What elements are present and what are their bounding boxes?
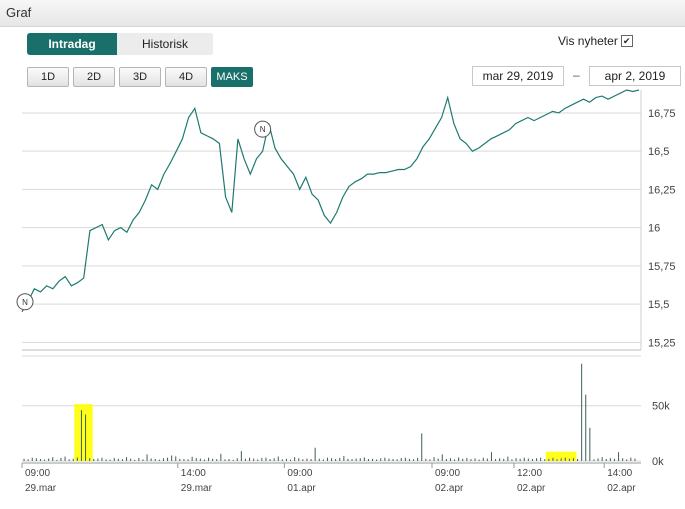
x-tick-date: 02.apr [435,483,464,494]
x-tick-time: 09:00 [287,468,312,479]
x-tick-time: 14:00 [181,468,206,479]
x-tick-time: 14:00 [607,468,632,479]
x-tick-time: 12:00 [517,468,542,479]
price-y-tick-label: 16,75 [648,108,676,120]
price-y-tick-label: 16,5 [648,146,669,158]
volume-highlight [74,404,93,461]
x-tick-date: 02.apr [517,483,546,494]
x-tick-date: 29.mar [181,483,213,494]
news-marker-label: N [22,298,28,307]
price-y-tick-label: 16,25 [648,184,676,196]
volume-y-tick-label: 50k [652,401,670,413]
x-tick-time: 09:00 [435,468,460,479]
price-y-tick-label: 15,5 [648,299,669,311]
price-y-tick-label: 15,25 [648,337,676,349]
price-y-tick-label: 15,75 [648,261,676,273]
volume-y-tick-label: 0k [652,456,664,468]
price-series-line [21,89,640,313]
x-tick-time: 09:00 [25,468,50,479]
x-tick-date: 29.mar [25,483,57,494]
price-chart[interactable]: 16,75 16,5 16,25 16 15,75 15,5 15,25 N N 50k 0k 09:… [0,0,685,509]
x-tick-date: 01.apr [287,483,316,494]
news-marker-label: N [260,125,266,134]
price-y-tick-label: 16 [648,223,660,235]
x-tick-date: 02.apr [607,483,636,494]
